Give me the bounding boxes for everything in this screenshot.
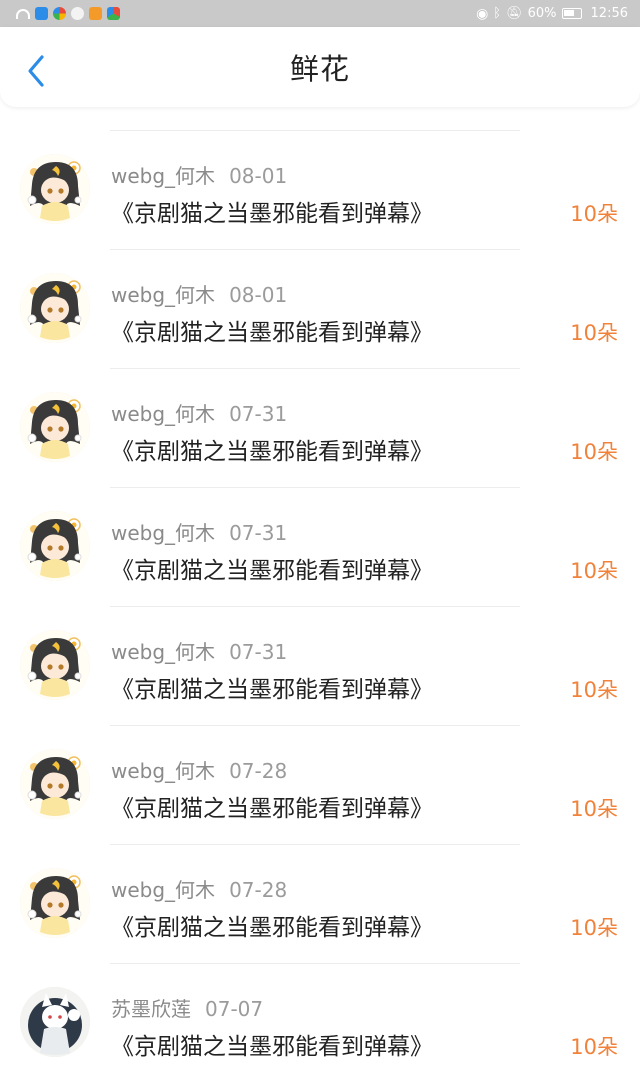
girl-avatar[interactable]	[20, 273, 90, 343]
page-title: 鲜花	[289, 52, 350, 86]
clock: 12:56	[590, 6, 628, 21]
gift-date: 08-01	[229, 283, 288, 307]
username: webg_何木	[111, 164, 216, 188]
flower-amount: 10朵	[570, 202, 618, 226]
gift-date: 07-28	[229, 759, 288, 783]
row-meta: webg_何木 07-28	[111, 755, 287, 784]
eye-comfort-icon: ◉	[476, 5, 489, 22]
app-notification-icon	[35, 7, 48, 20]
flower-amount: 10朵	[570, 321, 618, 345]
row-divider	[110, 487, 520, 488]
nav-bar: 鲜花	[0, 27, 640, 107]
row-meta: 苏墨欣莲 07-07	[111, 993, 263, 1022]
mute-icon: 🔕︎	[506, 6, 523, 21]
gift-date: 07-28	[229, 878, 288, 902]
girl-avatar[interactable]	[20, 868, 90, 938]
gift-date: 07-07	[205, 997, 264, 1021]
username: webg_何木	[111, 521, 216, 545]
gift-date: 07-31	[229, 640, 288, 664]
bluetooth-icon: ᛒ	[493, 6, 502, 21]
work-title: 《京剧猫之当墨邪能看到弹幕》	[111, 1034, 433, 1060]
battery-icon	[561, 8, 582, 19]
notification-icons	[16, 7, 120, 20]
row-divider	[110, 368, 520, 369]
list-item[interactable]: webg_何木 07-31 《京剧猫之当墨邪能看到弹幕》 10朵	[0, 368, 640, 487]
system-status: ◉ ᛒ 🔕︎ 60% 12:56	[476, 6, 628, 22]
girl-avatar[interactable]	[20, 392, 90, 462]
flower-record-list: webg_何木 08-01 《京剧猫之当墨邪能看到弹幕》 10朵 webg_何木 0…	[0, 130, 640, 1082]
username: webg_何木	[111, 640, 216, 664]
row-divider	[110, 606, 520, 607]
row-meta: webg_何木 07-31	[111, 398, 287, 427]
row-divider	[110, 963, 520, 964]
app-notification-icon	[71, 7, 84, 20]
username: webg_何木	[111, 759, 216, 783]
work-title: 《京剧猫之当墨邪能看到弹幕》	[111, 677, 433, 703]
app-notification-icon	[107, 7, 120, 20]
flower-amount: 10朵	[570, 559, 618, 583]
list-item[interactable]: webg_何木 07-28 《京剧猫之当墨邪能看到弹幕》 10朵	[0, 844, 640, 963]
row-meta: webg_何木 08-01	[111, 160, 287, 189]
list-item[interactable]: webg_何木 07-31 《京剧猫之当墨邪能看到弹幕》 10朵	[0, 487, 640, 606]
username: webg_何木	[111, 402, 216, 426]
row-divider	[110, 249, 520, 250]
work-title: 《京剧猫之当墨邪能看到弹幕》	[111, 915, 433, 941]
flower-amount: 10朵	[570, 1035, 618, 1059]
gift-date: 07-31	[229, 521, 288, 545]
row-meta: webg_何木 08-01	[111, 279, 287, 308]
status-bar: ◉ ᛒ 🔕︎ 60% 12:56	[0, 0, 640, 27]
row-divider	[110, 725, 520, 726]
list-item[interactable]: webg_何木 07-31 《京剧猫之当墨邪能看到弹幕》 10朵	[0, 606, 640, 725]
flower-amount: 10朵	[570, 797, 618, 821]
work-title: 《京剧猫之当墨邪能看到弹幕》	[111, 796, 433, 822]
wifi-icon	[16, 8, 30, 19]
work-title: 《京剧猫之当墨邪能看到弹幕》	[111, 201, 433, 227]
row-meta: webg_何木 07-31	[111, 517, 287, 546]
girl-avatar[interactable]	[20, 511, 90, 581]
chevron-left-icon	[28, 55, 44, 87]
row-divider	[110, 130, 520, 131]
username: webg_何木	[111, 878, 216, 902]
row-divider	[110, 844, 520, 845]
username: 苏墨欣莲	[111, 997, 191, 1021]
row-meta: webg_何木 07-31	[111, 636, 287, 665]
cat-avatar[interactable]	[20, 987, 90, 1057]
work-title: 《京剧猫之当墨邪能看到弹幕》	[111, 320, 433, 346]
flower-amount: 10朵	[570, 678, 618, 702]
username: webg_何木	[111, 283, 216, 307]
work-title: 《京剧猫之当墨邪能看到弹幕》	[111, 439, 433, 465]
back-button[interactable]	[22, 53, 50, 89]
girl-avatar[interactable]	[20, 630, 90, 700]
gift-date: 07-31	[229, 402, 288, 426]
battery-percent: 60%	[527, 6, 557, 21]
list-item[interactable]: webg_何木 08-01 《京剧猫之当墨邪能看到弹幕》 10朵	[0, 249, 640, 368]
list-item[interactable]: webg_何木 08-01 《京剧猫之当墨邪能看到弹幕》 10朵	[0, 130, 640, 249]
row-meta: webg_何木 07-28	[111, 874, 287, 903]
app-notification-icon	[89, 7, 102, 20]
gift-date: 08-01	[229, 164, 288, 188]
work-title: 《京剧猫之当墨邪能看到弹幕》	[111, 558, 433, 584]
girl-avatar[interactable]	[20, 154, 90, 224]
flower-amount: 10朵	[570, 440, 618, 464]
list-item[interactable]: 苏墨欣莲 07-07 《京剧猫之当墨邪能看到弹幕》 10朵	[0, 963, 640, 1082]
list-item[interactable]: webg_何木 07-28 《京剧猫之当墨邪能看到弹幕》 10朵	[0, 725, 640, 844]
app-notification-icon	[53, 7, 66, 20]
girl-avatar[interactable]	[20, 749, 90, 819]
flower-amount: 10朵	[570, 916, 618, 940]
